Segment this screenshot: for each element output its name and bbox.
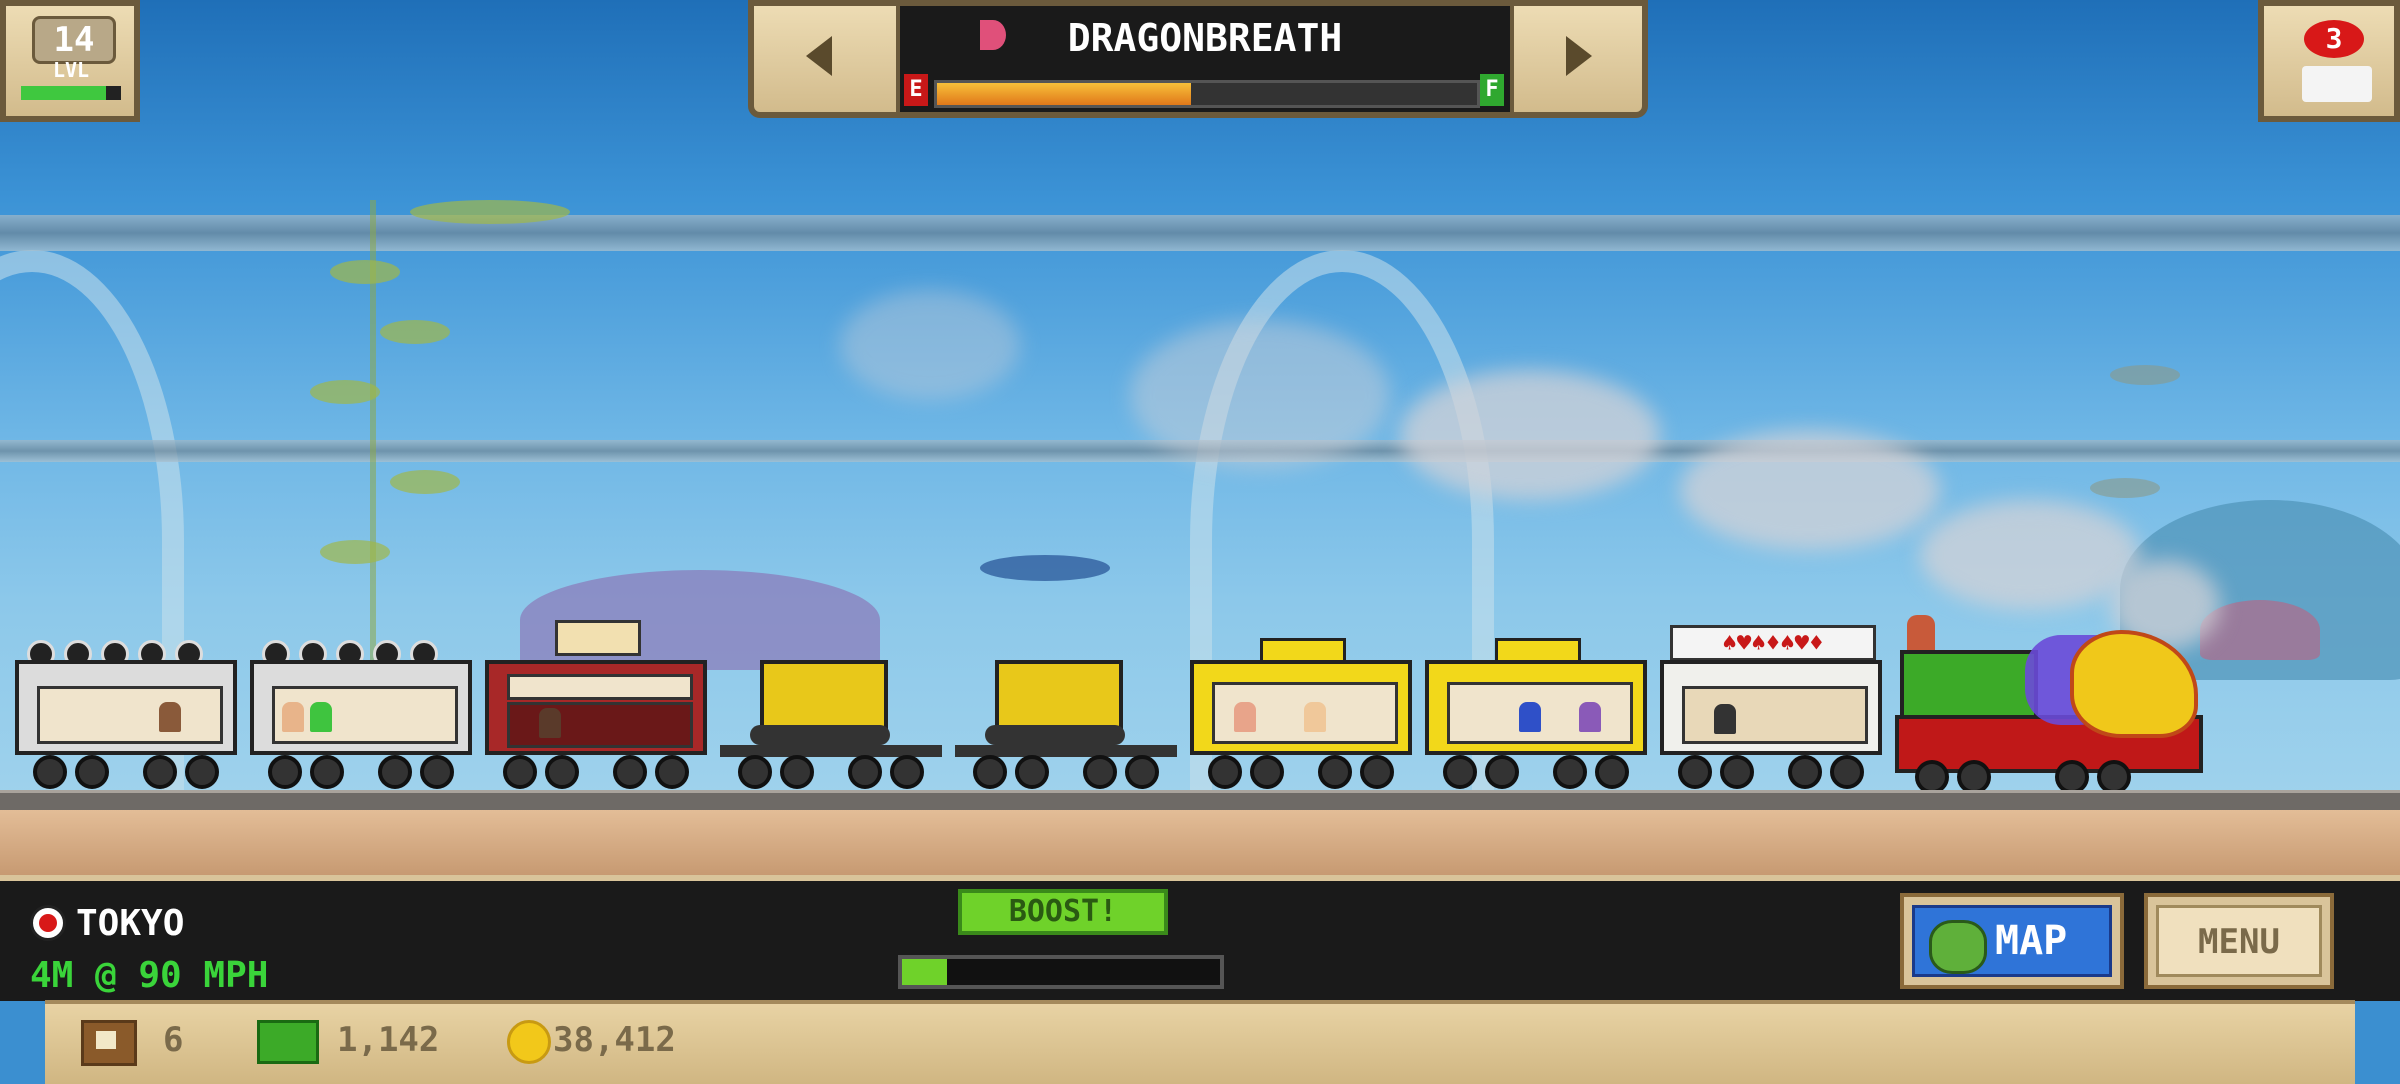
swordfish bbox=[980, 555, 1110, 581]
car-window bbox=[37, 686, 223, 744]
crates-count: 6 bbox=[163, 1020, 184, 1060]
arrow-left-icon bbox=[806, 36, 832, 76]
dragon-head bbox=[2070, 630, 2198, 738]
car-wheels bbox=[1190, 755, 1412, 795]
passenger bbox=[282, 702, 304, 732]
train-car-bulldozer[interactable] bbox=[720, 640, 942, 789]
smoke-cloud bbox=[1680, 430, 1940, 550]
train-car-records[interactable] bbox=[250, 640, 472, 789]
train-icon bbox=[2302, 66, 2372, 102]
smoke-cloud bbox=[840, 290, 1020, 400]
coins-amount: 38,412 bbox=[553, 1020, 676, 1060]
coin-icon bbox=[507, 1020, 551, 1064]
car-wheels bbox=[1660, 755, 1882, 795]
passenger bbox=[1519, 702, 1541, 732]
arrow-right-icon bbox=[1566, 36, 1592, 76]
smoke-cloud bbox=[1400, 370, 1660, 500]
passenger bbox=[310, 702, 332, 732]
level-label: LVL bbox=[52, 58, 90, 82]
crate-icon bbox=[81, 1020, 137, 1066]
train-info: DRAGONBREATH E F bbox=[896, 6, 1514, 112]
dragon-locomotive[interactable] bbox=[1895, 615, 2205, 795]
menu-label: MENU bbox=[2156, 905, 2322, 977]
tunnel-top-beam bbox=[0, 215, 2400, 251]
seaweed-leaf bbox=[330, 260, 400, 284]
smoke-cloud bbox=[1920, 500, 2140, 610]
train-car-theater[interactable] bbox=[485, 620, 707, 789]
fuel-gauge bbox=[934, 80, 1480, 108]
prev-train-button[interactable] bbox=[754, 6, 884, 112]
passenger bbox=[1579, 702, 1601, 732]
fuel-full-label: F bbox=[1480, 74, 1504, 106]
station-name: TOKYO bbox=[76, 903, 185, 944]
boost-meter-fill bbox=[902, 959, 947, 985]
seaweed-leaf bbox=[310, 380, 380, 404]
trains-count-badge: 3 bbox=[2304, 20, 2364, 58]
car-sign bbox=[507, 674, 693, 700]
ground-strip bbox=[0, 810, 2400, 875]
seaweed-leaf bbox=[380, 320, 450, 344]
car-window bbox=[507, 702, 693, 748]
car-wheels bbox=[955, 755, 1177, 795]
bulldozer-track bbox=[985, 725, 1125, 745]
resources-bar: 6 1,142 38,412 bbox=[45, 1000, 2355, 1084]
train-selector: DRAGONBREATH E F bbox=[748, 0, 1648, 118]
seaweed-leaf bbox=[320, 540, 390, 564]
smoke-cloud bbox=[1130, 320, 1390, 470]
passenger bbox=[1714, 704, 1736, 734]
train-car-taxi[interactable] bbox=[1425, 638, 1647, 789]
level-number: 14 bbox=[32, 16, 116, 64]
engineer bbox=[1907, 615, 1935, 655]
bulldozer-track bbox=[750, 725, 890, 745]
fish bbox=[2110, 365, 2180, 385]
car-marquee bbox=[555, 620, 641, 656]
map-label: MAP bbox=[1995, 918, 2068, 964]
level-badge[interactable]: 14 LVL bbox=[0, 0, 140, 122]
fish bbox=[2090, 478, 2160, 498]
train-car-taxi[interactable] bbox=[1190, 638, 1412, 789]
train-car-records[interactable] bbox=[15, 640, 237, 789]
cash-amount: 1,142 bbox=[337, 1020, 440, 1060]
xp-bar-fill bbox=[21, 86, 106, 100]
car-wheels bbox=[1425, 755, 1647, 795]
distance-speed: 4M @ 90 MPH bbox=[30, 955, 269, 996]
passenger bbox=[1304, 702, 1326, 732]
car-wheels bbox=[15, 755, 237, 795]
car-wheels bbox=[250, 755, 472, 795]
car-window bbox=[1682, 686, 1868, 744]
car-body bbox=[485, 660, 707, 755]
car-body bbox=[250, 660, 472, 755]
car-body bbox=[1190, 660, 1412, 755]
train-name: DRAGONBREATH bbox=[1067, 16, 1343, 60]
boost-button[interactable]: BOOST! bbox=[958, 889, 1168, 935]
passenger bbox=[159, 702, 181, 732]
boost-meter bbox=[898, 955, 1224, 989]
station-marker-icon bbox=[30, 905, 66, 941]
card-suits-sign: ♠♥♠♦♠♥♦ bbox=[1670, 625, 1876, 661]
fuel-empty-label: E bbox=[904, 74, 928, 106]
car-wheels bbox=[720, 755, 942, 795]
map-button[interactable]: MAP bbox=[1900, 893, 2124, 989]
car-wheels bbox=[485, 755, 707, 795]
car-body bbox=[1660, 660, 1882, 755]
car-body bbox=[15, 660, 237, 755]
map-icon bbox=[1929, 920, 1987, 974]
cash-icon bbox=[257, 1020, 319, 1064]
status-panel: TOKYO 4M @ 90 MPH BOOST! MAP MENU bbox=[0, 875, 2400, 1001]
train-car-casino[interactable]: ♠♥♠♦♠♥♦ bbox=[1660, 625, 1882, 789]
passenger bbox=[1234, 702, 1256, 732]
passenger bbox=[539, 708, 561, 738]
train-car-bulldozer[interactable] bbox=[955, 640, 1177, 789]
next-train-button[interactable] bbox=[1514, 6, 1644, 112]
xp-bar bbox=[21, 86, 121, 100]
seaweed-leaf bbox=[410, 200, 570, 224]
menu-button[interactable]: MENU bbox=[2144, 893, 2334, 989]
car-body bbox=[1425, 660, 1647, 755]
seaweed-leaf bbox=[390, 470, 460, 494]
fuel-gauge-fill bbox=[937, 83, 1191, 105]
trains-button[interactable]: 3 bbox=[2258, 0, 2400, 122]
